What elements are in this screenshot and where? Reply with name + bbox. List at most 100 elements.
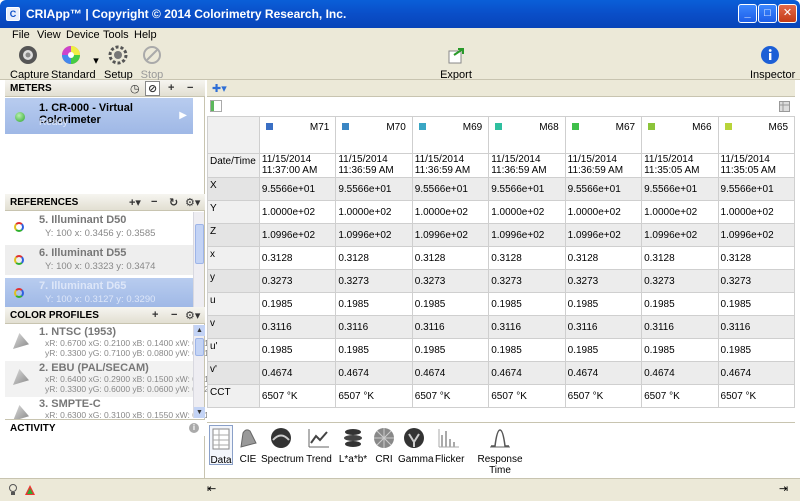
- remove-meter-button[interactable]: −: [187, 82, 193, 94]
- table-cell[interactable]: 6507 °K: [717, 384, 795, 408]
- maximize-button[interactable]: □: [758, 4, 777, 23]
- menu-device[interactable]: Device: [66, 29, 100, 41]
- view-data-button[interactable]: Data: [209, 425, 233, 466]
- table-cell[interactable]: 1.0000e+02: [564, 200, 643, 224]
- add-meter-button[interactable]: +: [168, 82, 174, 94]
- table-cell[interactable]: 0.3116: [488, 315, 566, 339]
- table-cell[interactable]: 1.0996e+02: [258, 223, 337, 247]
- column-header[interactable]: M67: [564, 116, 643, 154]
- profiles-scrollbar[interactable]: ▲ ▼: [193, 325, 205, 418]
- column-header[interactable]: M70: [335, 116, 413, 154]
- table-cell[interactable]: 9.5566e+01: [717, 177, 795, 201]
- table-cell[interactable]: 0.1985: [641, 338, 719, 362]
- menu-tools[interactable]: Tools: [103, 29, 129, 41]
- add-measurement-button[interactable]: ✚▾: [212, 82, 227, 95]
- left-panel-toggle-icon[interactable]: ⇤: [207, 482, 216, 495]
- table-cell[interactable]: 0.3116: [411, 315, 490, 339]
- capture-button[interactable]: Capture: [10, 44, 49, 81]
- table-cell[interactable]: 0.1985: [717, 292, 795, 316]
- table-cell[interactable]: 0.1985: [488, 338, 566, 362]
- table-cell[interactable]: 11/15/2014 11:36:59 AM: [564, 153, 643, 178]
- table-cell[interactable]: 9.5566e+01: [488, 177, 566, 201]
- lightbulb-icon[interactable]: [8, 484, 18, 496]
- table-cell[interactable]: 0.3273: [411, 269, 490, 293]
- table-cell[interactable]: 1.0000e+02: [335, 200, 413, 224]
- color-triangle-icon[interactable]: [24, 484, 36, 496]
- disconnect-icon[interactable]: ⊘: [145, 81, 161, 96]
- table-cell[interactable]: 1.0996e+02: [717, 223, 795, 247]
- table-cell[interactable]: 0.1985: [335, 338, 413, 362]
- table-cell[interactable]: 1.0996e+02: [411, 223, 490, 247]
- view-gamma-button[interactable]: Gamma: [398, 427, 434, 465]
- table-cell[interactable]: 0.1985: [717, 338, 795, 362]
- table-cell[interactable]: 0.4674: [717, 361, 795, 385]
- table-cell[interactable]: 0.1985: [641, 292, 719, 316]
- grid-options-icon[interactable]: [779, 101, 790, 112]
- table-cell[interactable]: 0.1985: [335, 292, 413, 316]
- reference-item[interactable]: 6. Illuminant D55 Y: 100 x: 0.3323 y: 0.…: [5, 245, 193, 275]
- table-cell[interactable]: 11/15/2014 11:36:59 AM: [335, 153, 413, 178]
- table-cell[interactable]: 0.3273: [717, 269, 795, 293]
- table-cell[interactable]: 0.1985: [564, 338, 643, 362]
- table-cell[interactable]: 0.3116: [564, 315, 643, 339]
- table-cell[interactable]: 6507 °K: [411, 384, 490, 408]
- table-cell[interactable]: 0.3116: [335, 315, 413, 339]
- table-cell[interactable]: 0.3273: [258, 269, 337, 293]
- minimize-button[interactable]: _: [738, 4, 757, 23]
- column-header[interactable]: M65: [717, 116, 795, 154]
- remove-reference-button[interactable]: −: [151, 196, 157, 208]
- table-cell[interactable]: 6507 °K: [258, 384, 337, 408]
- table-cell[interactable]: 9.5566e+01: [641, 177, 719, 201]
- references-scrollbar[interactable]: [193, 212, 204, 308]
- table-cell[interactable]: 11/15/2014 11:37:00 AM: [258, 153, 337, 178]
- scroll-down-icon[interactable]: ▼: [194, 407, 205, 418]
- view-trend-button[interactable]: Trend: [305, 427, 333, 465]
- table-cell[interactable]: 9.5566e+01: [564, 177, 643, 201]
- table-cell[interactable]: 1.0000e+02: [488, 200, 566, 224]
- right-panel-toggle-icon[interactable]: ⇥: [779, 482, 788, 495]
- table-cell[interactable]: 6507 °K: [564, 384, 643, 408]
- table-cell[interactable]: 6507 °K: [641, 384, 719, 408]
- view-flicker-button[interactable]: Flicker: [435, 427, 464, 465]
- table-cell[interactable]: 0.3116: [258, 315, 337, 339]
- table-cell[interactable]: 0.4674: [335, 361, 413, 385]
- table-cell[interactable]: 0.4674: [564, 361, 643, 385]
- view-response-time-button[interactable]: Response Time: [469, 427, 531, 476]
- add-profile-button[interactable]: +: [152, 309, 158, 321]
- remove-profile-button[interactable]: −: [171, 309, 177, 321]
- reference-item[interactable]: 5. Illuminant D50 Y: 100 x: 0.3456 y: 0.…: [5, 212, 193, 242]
- view-cie-button[interactable]: CIE: [237, 427, 259, 465]
- stop-button[interactable]: Stop: [139, 44, 165, 81]
- table-cell[interactable]: 6507 °K: [335, 384, 413, 408]
- table-cell[interactable]: 0.4674: [411, 361, 490, 385]
- column-header[interactable]: M68: [488, 116, 566, 154]
- table-cell[interactable]: 1.0996e+02: [335, 223, 413, 247]
- table-cell[interactable]: 0.3128: [335, 246, 413, 270]
- table-cell[interactable]: 9.5566e+01: [411, 177, 490, 201]
- table-cell[interactable]: 0.3128: [717, 246, 795, 270]
- table-cell[interactable]: 0.3128: [641, 246, 719, 270]
- table-cell[interactable]: 11/15/2014 11:35:05 AM: [641, 153, 719, 178]
- setup-button[interactable]: Setup: [104, 44, 133, 81]
- standard-dropdown[interactable]: ▾: [92, 54, 100, 67]
- table-cell[interactable]: 0.3116: [641, 315, 719, 339]
- table-cell[interactable]: 0.3116: [717, 315, 795, 339]
- table-cell[interactable]: 0.4674: [641, 361, 719, 385]
- table-cell[interactable]: 0.1985: [411, 292, 490, 316]
- inspector-button[interactable]: Inspector: [750, 44, 795, 81]
- profile-item[interactable]: 2. EBU (PAL/SECAM) xR: 0.6400 xG: 0.2900…: [5, 361, 218, 397]
- standard-button[interactable]: Standard: [51, 44, 96, 81]
- table-cell[interactable]: 0.3273: [641, 269, 719, 293]
- table-cell[interactable]: 11/15/2014 11:36:59 AM: [488, 153, 566, 178]
- scroll-up-icon[interactable]: ▲: [194, 325, 205, 336]
- table-cell[interactable]: 0.3128: [258, 246, 337, 270]
- column-header[interactable]: M69: [411, 116, 490, 154]
- table-cell[interactable]: 0.3273: [564, 269, 643, 293]
- table-cell[interactable]: 0.4674: [488, 361, 566, 385]
- reference-item-selected[interactable]: 7. Illuminant D65 Y: 100 x: 0.3127 y: 0.…: [5, 278, 193, 308]
- table-cell[interactable]: 0.3273: [488, 269, 566, 293]
- scroll-thumb[interactable]: [195, 224, 204, 264]
- menu-file[interactable]: File: [12, 29, 30, 41]
- table-cell[interactable]: 0.1985: [411, 338, 490, 362]
- table-cell[interactable]: 1.0000e+02: [411, 200, 490, 224]
